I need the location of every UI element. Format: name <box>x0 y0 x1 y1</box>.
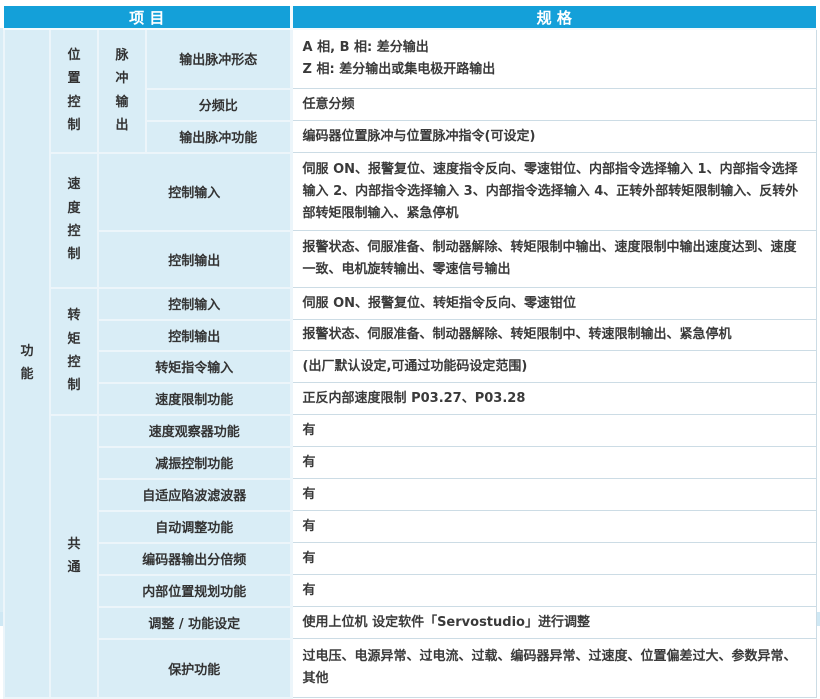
header-spec-column: 规 格 <box>291 6 816 29</box>
section-label-pulse-output: 脉冲输出 <box>115 44 129 138</box>
spec-cell: 过电压、电源异常、过电流、过载、编码器异常、过速度、位置偏差过大、参数异常、其他 <box>291 639 816 698</box>
item-cell: 速度观察器功能 <box>98 415 291 447</box>
item-cell: 编码器输出分倍频 <box>98 543 291 575</box>
section-label-speed-control: 速度控制 <box>67 173 81 267</box>
item-cell: 减振控制功能 <box>98 447 291 479</box>
spec-cell: 报警状态、伺服准备、制动器解除、转矩限制中输出、速度限制中输出速度达到、速度一致… <box>291 231 816 288</box>
section-label-position-control: 位置控制 <box>67 44 81 138</box>
item-cell: 控制输入 <box>98 153 291 231</box>
section-cell-speed-control: 速度控制 <box>50 153 98 288</box>
table-row: 转矩指令输入 (出厂默认设定,可通过功能码设定范围) <box>4 351 816 383</box>
spec-page: 项 目 规 格 功能 位置控制 脉冲输出 输出脉冲形态 A 相, B 相: 差分… <box>3 6 815 699</box>
table-row: 功能 位置控制 脉冲输出 输出脉冲形态 A 相, B 相: 差分输出 Z 相: … <box>4 29 816 89</box>
table-row: 控制输出 报警状态、伺服准备、制动器解除、转矩限制中输出、速度限制中输出速度达到… <box>4 231 816 288</box>
spec-cell: 有 <box>291 511 816 543</box>
header-item-column: 项 目 <box>4 6 291 29</box>
table-row: 速度限制功能 正反内部速度限制 P03.27、P03.28 <box>4 383 816 415</box>
spec-cell: A 相, B 相: 差分输出 Z 相: 差分输出或集电极开路输出 <box>291 29 816 89</box>
spec-cell: 正反内部速度限制 P03.27、P03.28 <box>291 383 816 415</box>
section-cell-torque-control: 转矩控制 <box>50 288 98 415</box>
spec-cell: 报警状态、伺服准备、制动器解除、转矩限制中、转速限制输出、紧急停机 <box>291 320 816 351</box>
function-label: 功能 <box>20 340 34 387</box>
table-row: 减振控制功能 有 <box>4 447 816 479</box>
section-cell-common: 共通 <box>50 415 98 698</box>
table-row: 保护功能 过电压、电源异常、过电流、过载、编码器异常、过速度、位置偏差过大、参数… <box>4 639 816 698</box>
header-row: 项 目 规 格 <box>4 6 816 29</box>
spec-cell: 任意分频 <box>291 89 816 121</box>
item-cell: 调整 / 功能设定 <box>98 607 291 639</box>
item-cell: 输出脉冲形态 <box>146 29 291 89</box>
item-cell: 控制输出 <box>98 231 291 288</box>
spec-cell: 伺服 ON、报警复位、速度指令反向、零速钳位、内部指令选择输入 1、内部指令选择… <box>291 153 816 231</box>
item-cell: 转矩指令输入 <box>98 351 291 383</box>
spec-cell: 有 <box>291 575 816 607</box>
item-cell: 内部位置规划功能 <box>98 575 291 607</box>
function-group-cell: 功能 <box>4 29 50 698</box>
table-row: 内部位置规划功能 有 <box>4 575 816 607</box>
section-label-common: 共通 <box>67 533 81 580</box>
item-cell: 控制输入 <box>98 288 291 320</box>
table-row: 共通 速度观察器功能 有 <box>4 415 816 447</box>
spec-cell: (出厂默认设定,可通过功能码设定范围) <box>291 351 816 383</box>
item-cell: 分频比 <box>146 89 291 121</box>
table-row: 自动调整功能 有 <box>4 511 816 543</box>
item-cell: 自适应陷波滤波器 <box>98 479 291 511</box>
table-row: 转矩控制 控制输入 伺服 ON、报警复位、转矩指令反向、零速钳位 <box>4 288 816 320</box>
spec-cell: 编码器位置脉冲与位置脉冲指令(可设定) <box>291 121 816 153</box>
item-cell: 速度限制功能 <box>98 383 291 415</box>
item-cell: 输出脉冲功能 <box>146 121 291 153</box>
section-label-torque-control: 转矩控制 <box>67 304 81 398</box>
table-row: 编码器输出分倍频 有 <box>4 543 816 575</box>
table-row: 调整 / 功能设定 使用上位机 设定软件「Servostudio」进行调整 <box>4 607 816 639</box>
table-row: 自适应陷波滤波器 有 <box>4 479 816 511</box>
spec-cell: 有 <box>291 415 816 447</box>
spec-cell: 有 <box>291 447 816 479</box>
table-row: 速度控制 控制输入 伺服 ON、报警复位、速度指令反向、零速钳位、内部指令选择输… <box>4 153 816 231</box>
section-cell-position-control: 位置控制 <box>50 29 98 153</box>
spec-cell: 有 <box>291 543 816 575</box>
spec-cell: 有 <box>291 479 816 511</box>
section-cell-pulse-output: 脉冲输出 <box>98 29 146 153</box>
servo-function-spec-table: 项 目 规 格 功能 位置控制 脉冲输出 输出脉冲形态 A 相, B 相: 差分… <box>3 6 817 699</box>
spec-cell: 使用上位机 设定软件「Servostudio」进行调整 <box>291 607 816 639</box>
item-cell: 自动调整功能 <box>98 511 291 543</box>
item-cell: 保护功能 <box>98 639 291 698</box>
table-row: 控制输出 报警状态、伺服准备、制动器解除、转矩限制中、转速限制输出、紧急停机 <box>4 320 816 351</box>
item-cell: 控制输出 <box>98 320 291 351</box>
spec-cell: 伺服 ON、报警复位、转矩指令反向、零速钳位 <box>291 288 816 320</box>
